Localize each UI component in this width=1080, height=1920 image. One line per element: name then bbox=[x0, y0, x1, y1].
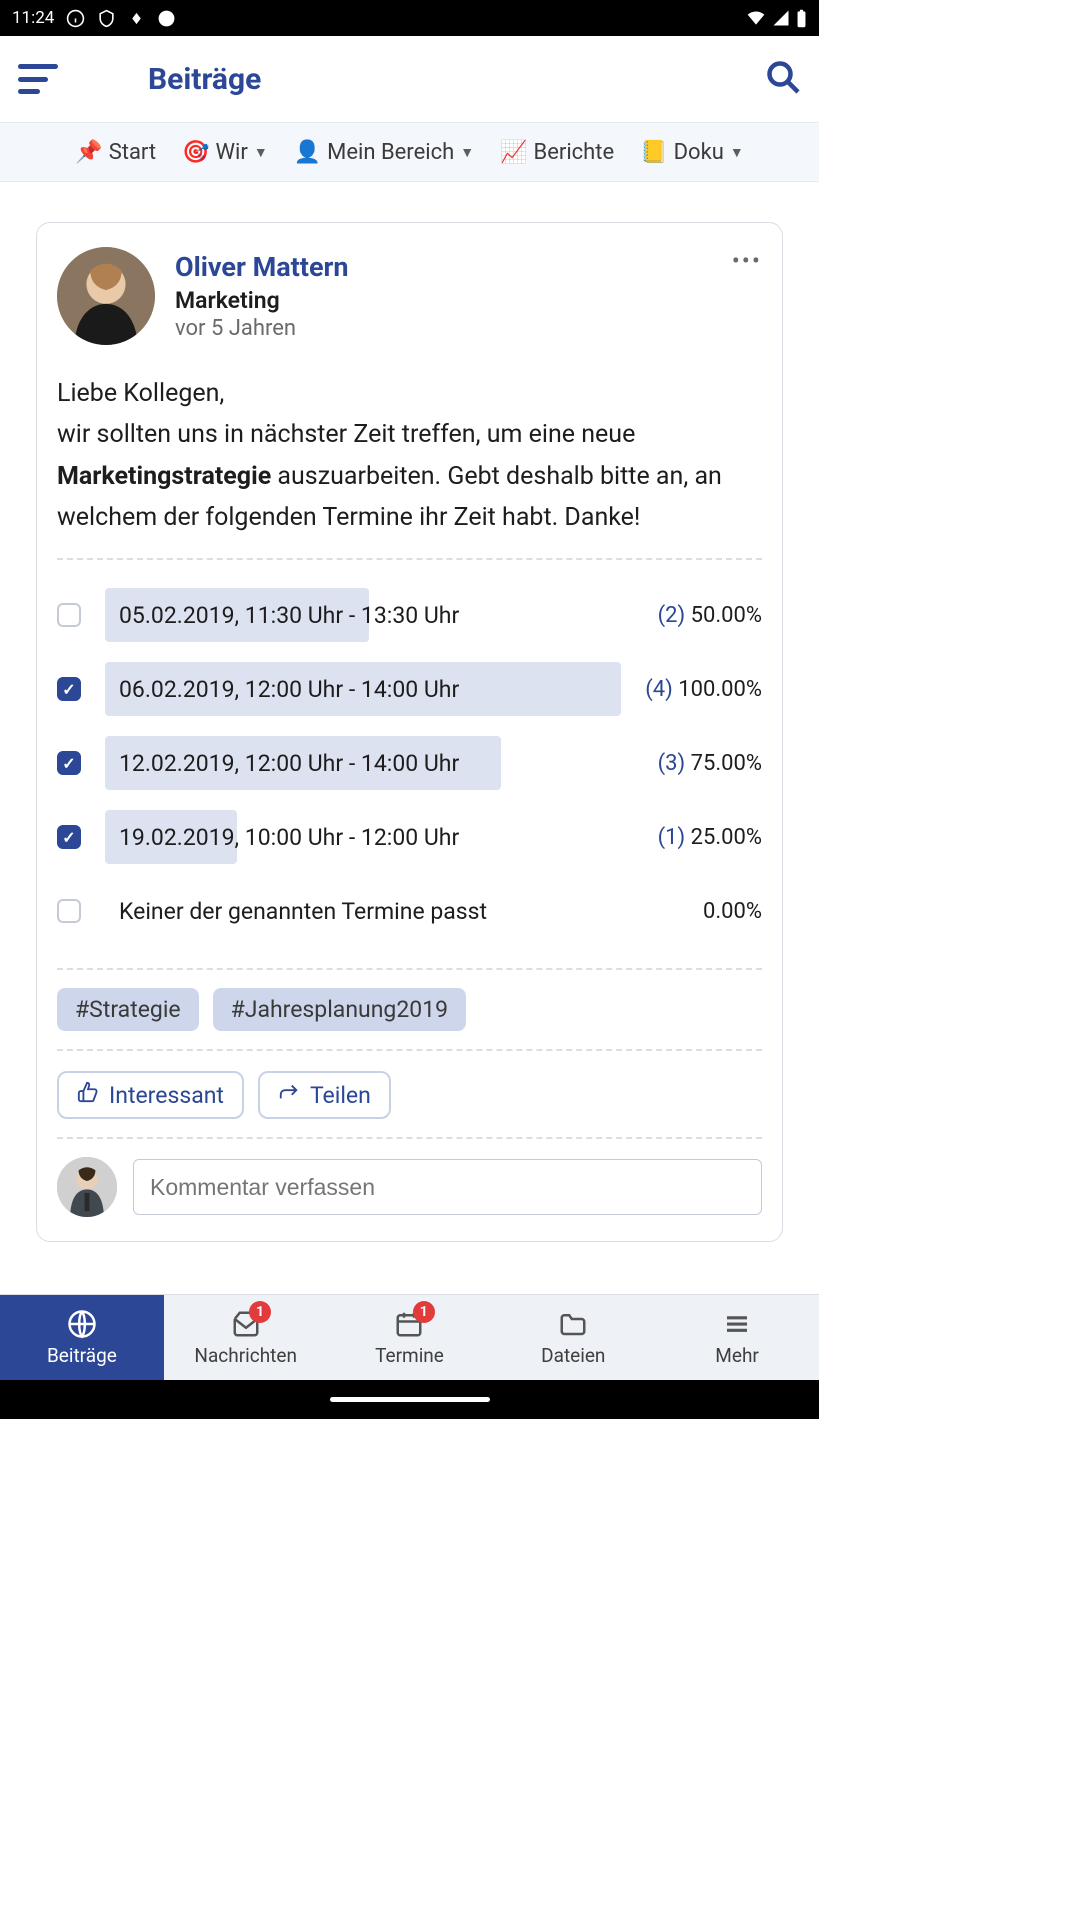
poll-bar: 19.02.2019, 10:00 Uhr - 12:00 Uhr bbox=[105, 810, 634, 864]
globe-icon bbox=[67, 1308, 97, 1340]
poll-option[interactable]: 06.02.2019, 12:00 Uhr - 14:00 Uhr (4) 100… bbox=[57, 652, 762, 726]
app-bar: Beiträge bbox=[0, 36, 819, 122]
bottomnav-termine[interactable]: 1 Termine bbox=[328, 1295, 492, 1380]
poll-option-stats: (2) 50.00% bbox=[658, 603, 762, 628]
folder-icon bbox=[558, 1308, 588, 1340]
post-card: Oliver Mattern Marketing vor 5 Jahren ••… bbox=[36, 222, 783, 1242]
tag-jahresplanung[interactable]: #Jahresplanung2019 bbox=[213, 988, 466, 1031]
thumbs-up-icon bbox=[77, 1081, 99, 1109]
drop-icon bbox=[128, 10, 145, 27]
bottomnav-beitraege[interactable]: Beiträge bbox=[0, 1295, 164, 1380]
tag-strategie[interactable]: #Strategie bbox=[57, 988, 199, 1031]
poll-option-stats: (3) 75.00% bbox=[658, 751, 762, 776]
poll-option-stats: 0.00% bbox=[703, 899, 762, 924]
menu-button[interactable] bbox=[18, 64, 58, 94]
signal-icon bbox=[772, 9, 790, 27]
poll-option-label: 06.02.2019, 12:00 Uhr - 14:00 Uhr bbox=[105, 676, 459, 703]
post-body: Liebe Kollegen, wir sollten uns in nächs… bbox=[57, 373, 762, 538]
interessant-button[interactable]: Interessant bbox=[57, 1071, 244, 1119]
shield-icon bbox=[97, 9, 116, 28]
poll-option-label: 19.02.2019, 10:00 Uhr - 12:00 Uhr bbox=[105, 824, 459, 851]
author-avatar[interactable] bbox=[57, 247, 155, 345]
poll-bar: 05.02.2019, 11:30 Uhr - 13:30 Uhr bbox=[105, 588, 634, 642]
bottomnav-mehr[interactable]: Mehr bbox=[655, 1295, 819, 1380]
nav-mein-bereich[interactable]: 👤 Mein Bereich ▼ bbox=[294, 140, 474, 165]
tags: #Strategie #Jahresplanung2019 bbox=[57, 988, 762, 1031]
comment-input[interactable] bbox=[133, 1159, 762, 1215]
system-nav-bar bbox=[0, 1380, 819, 1419]
post-menu-button[interactable]: ••• bbox=[732, 247, 762, 275]
poll-option[interactable]: 12.02.2019, 12:00 Uhr - 14:00 Uhr (3) 75.… bbox=[57, 726, 762, 800]
page-title: Beiträge bbox=[148, 62, 261, 97]
bottom-nav: Beiträge 1 Nachrichten 1 Termine Dateien… bbox=[0, 1294, 819, 1380]
nav-doku[interactable]: 📒 Doku ▼ bbox=[640, 140, 744, 165]
poll-bar: 06.02.2019, 12:00 Uhr - 14:00 Uhr bbox=[105, 662, 621, 716]
poll-bar: 12.02.2019, 12:00 Uhr - 14:00 Uhr bbox=[105, 736, 634, 790]
search-button[interactable] bbox=[765, 59, 801, 99]
wifi-icon bbox=[746, 8, 766, 28]
poll-checkbox[interactable] bbox=[57, 899, 81, 923]
nachrichten-badge: 1 bbox=[249, 1301, 271, 1323]
poll: 05.02.2019, 11:30 Uhr - 13:30 Uhr (2) 50.… bbox=[57, 578, 762, 948]
poll-option-stats: (4) 100.00% bbox=[645, 677, 762, 702]
author-department: Marketing bbox=[175, 287, 349, 314]
bottomnav-dateien[interactable]: Dateien bbox=[491, 1295, 655, 1380]
poll-checkbox[interactable] bbox=[57, 677, 81, 701]
poll-checkbox[interactable] bbox=[57, 603, 81, 627]
poll-option[interactable]: 05.02.2019, 11:30 Uhr - 13:30 Uhr (2) 50.… bbox=[57, 578, 762, 652]
poll-checkbox[interactable] bbox=[57, 751, 81, 775]
nav-berichte[interactable]: 📈 Berichte bbox=[500, 140, 614, 165]
poll-option[interactable]: 19.02.2019, 10:00 Uhr - 12:00 Uhr (1) 25.… bbox=[57, 800, 762, 874]
poll-bar: Keiner der genannten Termine passt bbox=[105, 884, 679, 938]
poll-option-label: 12.02.2019, 12:00 Uhr - 14:00 Uhr bbox=[105, 750, 459, 777]
current-user-avatar[interactable] bbox=[57, 1157, 117, 1217]
share-icon bbox=[278, 1081, 300, 1109]
battery-icon bbox=[796, 9, 807, 28]
face-icon bbox=[157, 9, 176, 28]
nav-wir[interactable]: 🎯 Wir ▼ bbox=[182, 140, 268, 165]
bottomnav-nachrichten[interactable]: 1 Nachrichten bbox=[164, 1295, 328, 1380]
termine-badge: 1 bbox=[413, 1301, 435, 1323]
poll-checkbox[interactable] bbox=[57, 825, 81, 849]
nav-start[interactable]: 📌 Start bbox=[75, 140, 156, 165]
teilen-button[interactable]: Teilen bbox=[258, 1071, 391, 1119]
info-icon bbox=[66, 9, 85, 28]
poll-option-label: 05.02.2019, 11:30 Uhr - 13:30 Uhr bbox=[105, 602, 459, 629]
poll-option-label: Keiner der genannten Termine passt bbox=[105, 898, 487, 925]
poll-option-stats: (1) 25.00% bbox=[658, 825, 762, 850]
post-timestamp: vor 5 Jahren bbox=[175, 316, 349, 341]
nav-tabs: 📌 Start 🎯 Wir ▼ 👤 Mein Bereich ▼ 📈 Beric… bbox=[0, 122, 819, 182]
poll-option[interactable]: Keiner der genannten Termine passt 0.00% bbox=[57, 874, 762, 948]
author-name[interactable]: Oliver Mattern bbox=[175, 251, 349, 283]
more-icon bbox=[722, 1308, 752, 1340]
status-time: 11:24 bbox=[12, 8, 54, 28]
status-bar: 11:24 bbox=[0, 0, 819, 36]
